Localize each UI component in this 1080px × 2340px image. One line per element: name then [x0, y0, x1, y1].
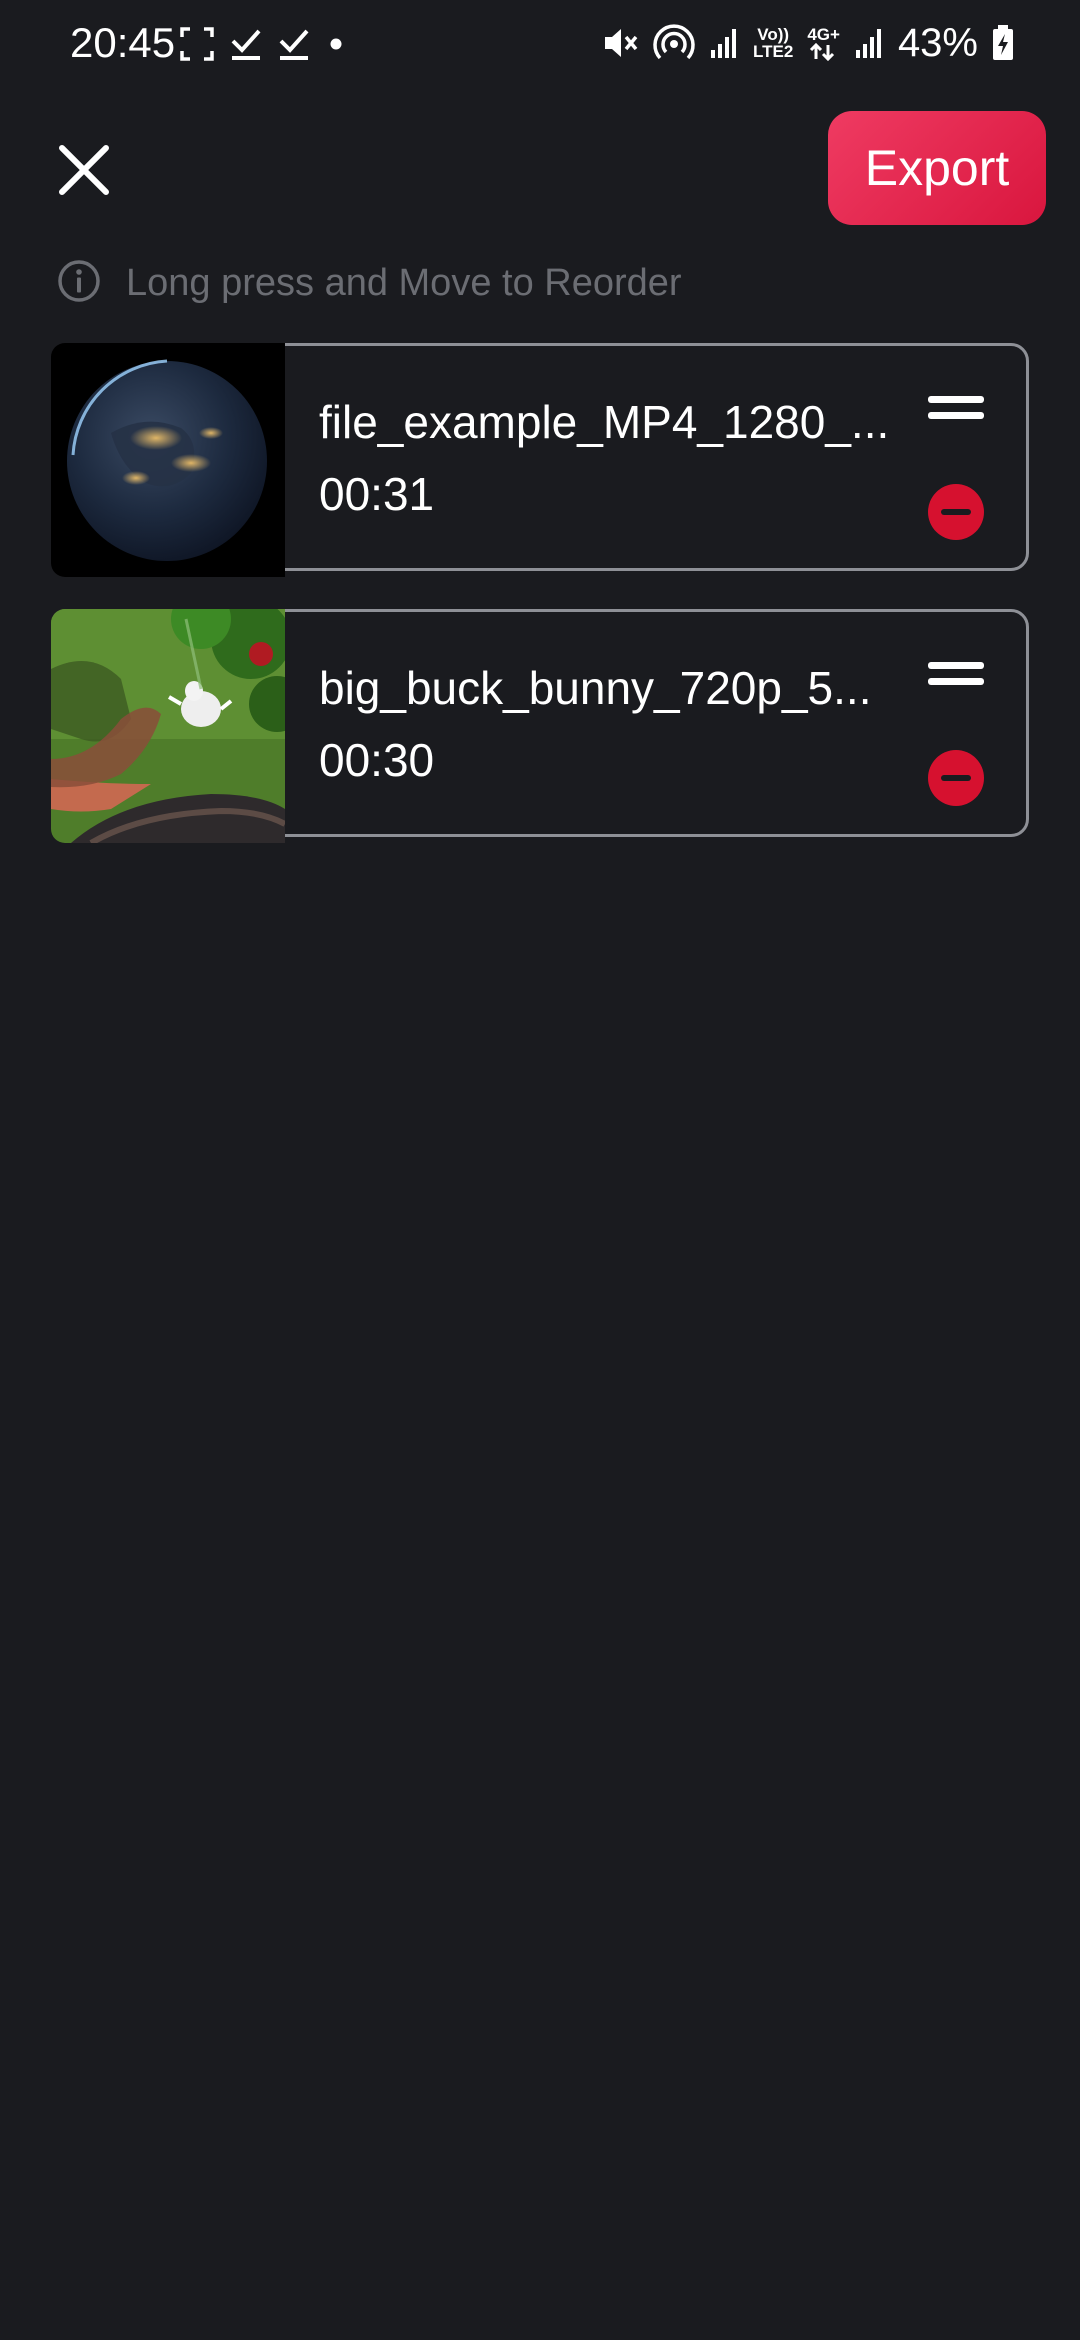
system-icons: Vo)) LTE2 4G+ 43%	[601, 18, 1014, 68]
minus-circle-icon	[928, 484, 984, 540]
battery-percentage: 43%	[897, 21, 978, 65]
clip-duration: 00:30	[319, 734, 435, 786]
volte-label: Vo)) LTE2	[753, 25, 794, 61]
clip-duration: 00:31	[319, 468, 435, 520]
hint-text: Long press and Move to Reorder	[126, 261, 682, 304]
close-icon	[59, 145, 109, 195]
info-icon	[56, 258, 102, 309]
remove-clip-button[interactable]	[927, 483, 985, 541]
screenshot-icon	[180, 27, 214, 61]
data-arrows-icon: 4G+	[807, 26, 840, 61]
clip-card[interactable]: file_example_MP4_1280_... 00:31	[51, 343, 1029, 577]
battery-charging-icon	[992, 25, 1014, 61]
drag-handle-icon[interactable]	[926, 658, 986, 692]
mute-icon	[601, 24, 639, 62]
video-reorder-screen: 20:45 Vo)) LTE2 4G+ 43% Export Long pres…	[0, 0, 1080, 2340]
minus-circle-icon	[928, 750, 984, 806]
status-bar: 20:45 Vo)) LTE2 4G+ 43%	[0, 0, 1080, 86]
notification-icons	[180, 22, 346, 66]
clip-thumbnail	[51, 343, 285, 577]
dot-icon	[326, 34, 346, 54]
status-time: 20:45	[70, 19, 176, 66]
remove-clip-button[interactable]	[927, 749, 985, 807]
clip-thumbnail	[51, 609, 285, 843]
export-button[interactable]: Export	[828, 111, 1046, 225]
clip-name: file_example_MP4_1280_...	[319, 396, 890, 448]
hotspot-icon	[653, 23, 695, 63]
signal-icon	[854, 26, 884, 60]
clip-card[interactable]: big_buck_bunny_720p_5... 00:30	[51, 609, 1029, 843]
check-icon	[278, 27, 310, 61]
clip-name: big_buck_bunny_720p_5...	[319, 662, 872, 714]
drag-handle-icon[interactable]	[926, 392, 986, 426]
signal-icon	[709, 26, 739, 60]
reorder-hint: Long press and Move to Reorder	[56, 258, 682, 308]
check-icon	[230, 27, 262, 61]
close-button[interactable]	[52, 138, 116, 202]
